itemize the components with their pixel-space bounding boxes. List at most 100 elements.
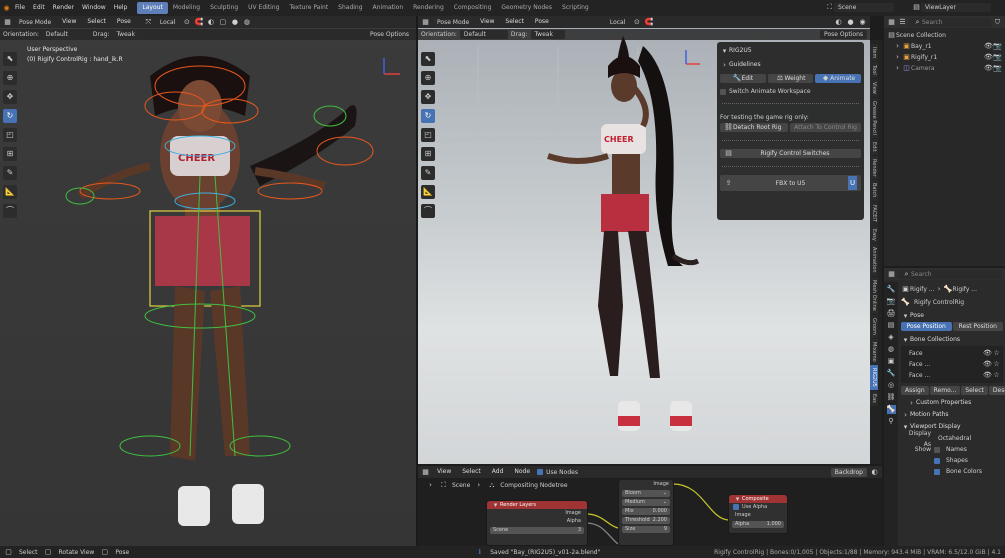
camera-icon-3[interactable]: 📷 — [993, 64, 1002, 73]
menu-help[interactable]: Help — [110, 0, 132, 16]
eye-icon-5[interactable]: 👁 — [983, 360, 992, 369]
world-props-icon[interactable]: ◍ — [887, 345, 896, 354]
bone-collections-header[interactable]: ▾ Bone Collections — [901, 334, 1003, 346]
modifier-props-icon[interactable]: 🔧 — [887, 369, 896, 378]
rig2u5-tab-animate[interactable]: ◆ Animate — [815, 74, 862, 83]
sidebar-tab-animation[interactable]: Animation — [870, 244, 878, 276]
outliner-search[interactable]: ⌕ Search — [909, 17, 991, 27]
tab-modeling[interactable]: Modeling — [168, 2, 205, 14]
composite-header[interactable]: ▾ Composite — [729, 495, 787, 503]
scene-props-icon[interactable]: ◈ — [887, 333, 896, 342]
editor-type-icon-4[interactable]: ▦ — [887, 18, 896, 27]
sidebar-tab-mesh-online[interactable]: Mesh Online — [870, 276, 878, 314]
glare-quality-select[interactable]: Medium ⌄ — [622, 499, 670, 506]
glare-node[interactable]: Image Bloom ⌄ Medium ⌄ Mix 0.000 Threshold 2… — [618, 480, 674, 546]
properties-search[interactable]: ⌕ Search — [898, 269, 1002, 279]
menu-file[interactable]: File — [11, 0, 29, 16]
custom-properties-header[interactable]: › Custom Properties — [901, 397, 1003, 409]
menu-edit[interactable]: Edit — [29, 0, 49, 16]
rig2u5-tab-edit[interactable]: 🔧 Edit — [720, 74, 766, 83]
view-layer-selector[interactable]: ▤ ViewLayer — [912, 3, 991, 12]
use-alpha-checkbox[interactable]: Use Alpha — [729, 503, 787, 511]
display-mode-icon[interactable]: ☰ — [898, 18, 907, 27]
switch-animate-checkbox[interactable]: Switch Animate Workspace — [720, 86, 861, 97]
tab-scripting[interactable]: Scripting — [557, 2, 594, 14]
render-props-icon[interactable]: 📷 — [887, 297, 896, 306]
show-names-row[interactable]: Show Names — [901, 444, 1003, 455]
assign-button[interactable]: Assign — [901, 386, 929, 395]
sidebar-tab-rig2u5[interactable]: RIG2U5 — [870, 365, 878, 391]
tab-animation[interactable]: Animation — [368, 2, 409, 14]
view-layer-props-icon[interactable]: ▤ — [887, 321, 896, 330]
tool-props-icon[interactable]: 🔧 — [887, 285, 896, 294]
filter-icon[interactable]: ⛉ — [993, 18, 1002, 27]
glare-mix-field[interactable]: Mix 0.000 — [622, 508, 670, 515]
guidelines-subpanel[interactable]: › Guidelines — [720, 59, 861, 71]
scene-selector[interactable]: ⛶ Scene — [825, 3, 894, 12]
tab-uv-editing[interactable]: UV Editing — [243, 2, 284, 14]
right-3d-viewport[interactable]: ▦ Pose Mode View Select Pose Local ⊙ 🧲 ◐… — [418, 16, 870, 464]
select-tool-icon-2[interactable]: ⬉ — [421, 52, 435, 66]
outliner-row-camera[interactable]: › ◫ Camera 👁 📷 — [887, 63, 1002, 74]
transform-tool-icon-2[interactable]: ⊞ — [421, 147, 435, 161]
object-props-icon[interactable]: ▣ — [887, 357, 896, 366]
scene-name[interactable]: Scene — [834, 3, 894, 12]
tab-shading[interactable]: Shading — [333, 2, 367, 14]
glare-size-field[interactable]: Size 9 — [622, 526, 670, 533]
bone-props-icon[interactable]: ⚲ — [887, 417, 896, 426]
tab-rendering[interactable]: Rendering — [408, 2, 449, 14]
menu-render[interactable]: Render — [49, 0, 78, 16]
sidebar-tab-groom[interactable]: Groom — [870, 314, 878, 338]
outliner-row-bay[interactable]: › ▣ Bay_r1 👁 📷 — [887, 41, 1002, 52]
switch-animate-check-box[interactable] — [720, 88, 726, 95]
rig-name-field[interactable]: 🦴 Rigify ControlRig — [901, 298, 1003, 307]
sidebar-tab-batch[interactable]: Batch — [870, 180, 878, 201]
rigify-control-switches-button[interactable]: ▤ Rigify Control Switches — [720, 149, 861, 158]
tab-layout[interactable]: Layout — [137, 2, 168, 14]
cursor-tool-icon-2[interactable]: ⊕ — [421, 71, 435, 85]
pose-relax-tool-icon-2[interactable]: ⌒ — [421, 204, 435, 218]
view-layer-name[interactable]: ViewLayer — [921, 3, 991, 12]
show-shapes-check-box[interactable] — [934, 457, 940, 464]
outliner-row-scene-collection[interactable]: ▤ Scene Collection — [887, 30, 1002, 41]
sidebar-tab-eas[interactable]: Eas — [870, 391, 878, 406]
show-bone-colors-row[interactable]: Bone Colors — [901, 466, 1003, 477]
composite-node[interactable]: ▾ Composite Use Alpha Image Alpha 1.000 — [728, 494, 788, 534]
star-icon[interactable]: ☆ — [992, 349, 1001, 358]
composite-alpha-field[interactable]: Alpha 1.000 — [732, 521, 784, 528]
output-props-icon[interactable]: 🖨 — [887, 309, 896, 318]
rig2u5-header[interactable]: ▾ RIG2U5 — [720, 45, 861, 57]
context-object-2[interactable]: Rigify ... — [953, 284, 978, 295]
motion-paths-header[interactable]: › Motion Paths — [901, 409, 1003, 421]
eye-icon-4[interactable]: 👁 — [983, 349, 992, 358]
blender-logo-icon[interactable]: ◉ — [2, 4, 11, 13]
move-tool-icon-2[interactable]: ✥ — [421, 90, 435, 104]
pose-position-button[interactable]: Pose Position — [901, 322, 952, 331]
tab-geometry-nodes[interactable]: Geometry Nodes — [496, 2, 557, 14]
compositor-node-editor[interactable]: ▦ View Select Add Node Use Nodes Backdro… — [418, 466, 882, 546]
camera-icon[interactable]: 📷 — [993, 42, 1002, 51]
display-as-select[interactable]: Octahedral — [934, 434, 1003, 443]
camera-icon-2[interactable]: 📷 — [993, 53, 1002, 62]
constraint-props-icon[interactable]: ⛓ — [887, 393, 896, 402]
use-alpha-check-box[interactable] — [733, 504, 739, 510]
rotate-tool-icon-2[interactable]: ↻ — [421, 109, 435, 123]
sidebar-tab-tool[interactable]: Tool — [870, 62, 878, 79]
left-3d-viewport[interactable]: ▦ Pose Mode View Select Pose ⤧ Local ⊙ 🧲… — [0, 16, 416, 546]
bone-collection-row-2[interactable]: Face ... 👁 ☆ — [903, 359, 1001, 370]
rig2u5-tab-weight[interactable]: ⚖ Weight — [767, 74, 814, 83]
render-layers-scene-field[interactable]: Scene 3 — [490, 527, 584, 534]
detach-root-button[interactable]: ⛓ Detach Root Rig — [720, 123, 789, 132]
sidebar-tab-edit[interactable]: Edit — [870, 138, 878, 155]
eye-icon[interactable]: 👁 — [984, 42, 993, 51]
bone-collection-row-3[interactable]: Face ... 👁 ☆ — [903, 370, 1001, 381]
show-shapes-row[interactable]: Shapes — [901, 455, 1003, 466]
deselect-button[interactable]: Desel... — [988, 386, 1005, 395]
bone-collection-row[interactable]: Face 👁 ☆ — [903, 348, 1001, 359]
eye-icon-2[interactable]: 👁 — [984, 53, 993, 62]
sidebar-tab-item[interactable]: Item — [870, 44, 878, 62]
show-names-check-box[interactable] — [934, 446, 940, 453]
remove-button[interactable]: Remo... — [929, 386, 961, 395]
rig-name-value[interactable]: Rigify ControlRig — [910, 298, 1003, 307]
sidebar-tab-grease-pencil[interactable]: Grease Pencil — [870, 97, 878, 138]
